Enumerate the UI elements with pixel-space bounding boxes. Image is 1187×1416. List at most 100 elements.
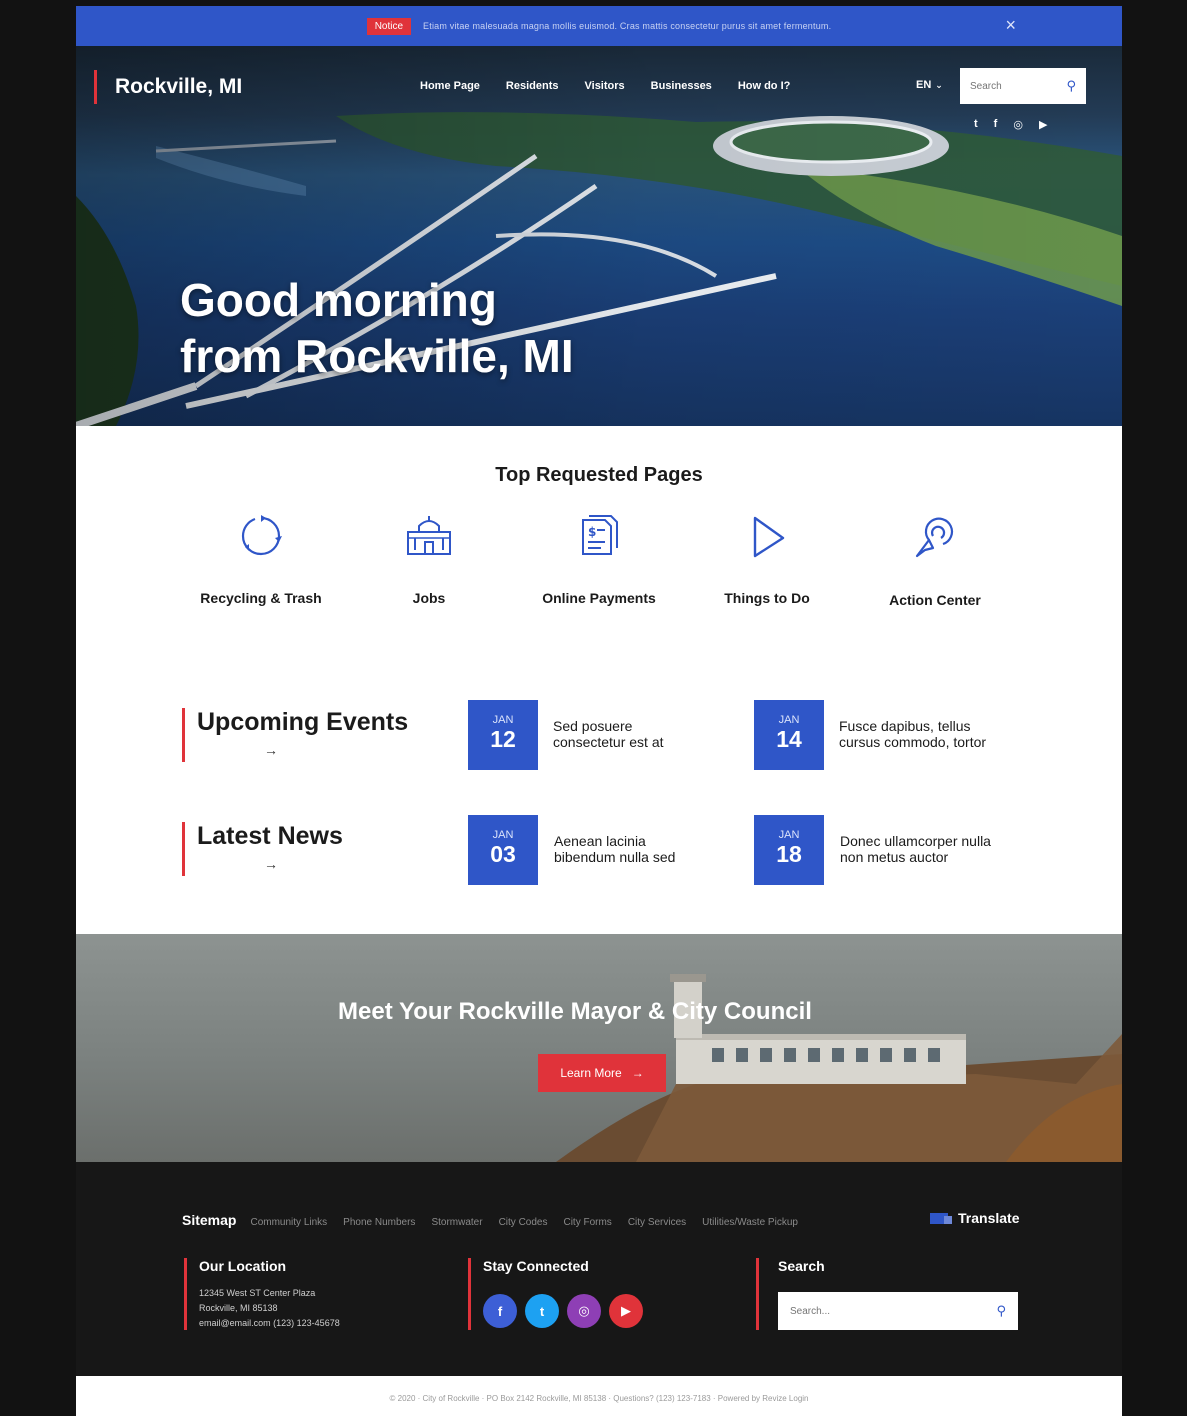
footer-accent-bar xyxy=(756,1258,759,1330)
nav-home-page[interactable]: Home Page xyxy=(420,80,480,92)
nav-residents[interactable]: Residents xyxy=(506,80,559,92)
header-search: ⚲ xyxy=(960,68,1086,104)
sitemap-link[interactable]: Stormwater xyxy=(431,1217,482,1228)
date-day: 03 xyxy=(490,841,516,867)
twitter-icon[interactable]: t xyxy=(974,118,978,131)
main-nav: Home Page Residents Visitors Businesses … xyxy=(420,80,816,92)
section-accent-bar xyxy=(182,708,185,762)
notice-text: Etiam vitae malesuada magna mollis euism… xyxy=(423,21,832,31)
nav-how-do-i[interactable]: How do I? xyxy=(738,80,791,92)
upcoming-events-title[interactable]: Upcoming Events xyxy=(197,708,408,762)
date-month: JAN xyxy=(778,829,800,841)
footer-accent-bar xyxy=(184,1258,187,1330)
nav-businesses[interactable]: Businesses xyxy=(651,80,712,92)
play-icon xyxy=(753,516,785,558)
learn-more-label: Learn More xyxy=(560,1066,622,1080)
youtube-icon[interactable]: ▶ xyxy=(609,1294,643,1328)
date-day: 12 xyxy=(490,726,516,752)
translate-button[interactable]: Translate xyxy=(930,1210,1019,1226)
close-icon[interactable]: × xyxy=(1005,16,1016,34)
facebook-icon[interactable]: f xyxy=(483,1294,517,1328)
mayor-photo xyxy=(556,974,1122,1162)
youtube-icon[interactable]: ▶ xyxy=(1039,118,1047,131)
quick-link-label: Action Center xyxy=(889,592,981,608)
hero-greeting-line-1: Good morning xyxy=(180,274,497,326)
search-icon[interactable]: ⚲ xyxy=(996,1303,1006,1319)
header-search-input[interactable] xyxy=(970,80,1054,92)
brand[interactable]: Rockville, MI xyxy=(94,70,242,104)
sitemap-link[interactable]: Community Links xyxy=(250,1217,327,1228)
location-details: 12345 West ST Center Plaza Rockville, MI… xyxy=(199,1286,340,1331)
location-title: Our Location xyxy=(199,1258,287,1274)
notice-bar: Notice Etiam vitae malesuada magna molli… xyxy=(76,6,1122,46)
footer-search-title: Search xyxy=(778,1258,825,1274)
news-item-line: bibendum nulla sed xyxy=(554,849,676,865)
news-item-line: Donec ullamcorper nulla xyxy=(840,833,991,849)
event-item-title[interactable]: Sed posuere consectetur est at xyxy=(553,718,753,750)
event-item-line: Sed posuere xyxy=(553,718,633,734)
date-day: 18 xyxy=(776,841,802,867)
footer-search-input[interactable] xyxy=(790,1305,980,1317)
sitemap-link[interactable]: Utilities/Waste Pickup xyxy=(702,1217,798,1228)
search-icon[interactable]: ⚲ xyxy=(1066,78,1076,94)
sitemap-link[interactable]: Phone Numbers xyxy=(343,1217,415,1228)
svg-text:$: $ xyxy=(588,525,596,539)
section-accent-bar xyxy=(182,822,185,876)
date-day: 14 xyxy=(776,726,802,752)
facebook-icon[interactable]: f xyxy=(994,118,998,131)
sitemap-title: Sitemap xyxy=(182,1212,237,1228)
quick-link-online-payments[interactable]: $ Online Payments xyxy=(514,514,684,606)
date-month: JAN xyxy=(492,714,514,726)
quick-link-label: Online Payments xyxy=(542,590,656,606)
translate-label: Translate xyxy=(958,1210,1020,1226)
footer-social-links: f t ◎ ▶ xyxy=(483,1294,651,1328)
address-line: 12345 West ST Center Plaza xyxy=(199,1288,316,1298)
event-date-badge: JAN 14 xyxy=(754,700,824,770)
instagram-icon[interactable]: ◎ xyxy=(1013,118,1023,131)
hero-banner: Rockville, MI Home Page Residents Visito… xyxy=(76,46,1122,426)
arrow-right-icon[interactable]: → xyxy=(264,856,278,872)
quick-link-things-to-do[interactable]: Things to Do xyxy=(682,514,852,606)
address-line: Rockville, MI 85138 xyxy=(199,1303,278,1313)
sitemap: Sitemap Community Links Phone Numbers St… xyxy=(182,1212,814,1228)
quick-link-recycling[interactable]: Recycling & Trash xyxy=(176,514,346,606)
language-selector[interactable]: EN ⌄ xyxy=(916,79,943,91)
footer-search-box: ⚲ xyxy=(778,1292,1018,1330)
upcoming-events-heading[interactable]: Upcoming Events → xyxy=(182,708,408,762)
site-name[interactable]: Rockville, MI xyxy=(115,75,242,99)
header-social-links: t f ◎ ▶ xyxy=(974,118,1063,131)
news-item-title[interactable]: Donec ullamcorper nulla non metus auctor xyxy=(840,833,1040,865)
event-date-badge: JAN 12 xyxy=(468,700,538,770)
footer-accent-bar xyxy=(468,1258,471,1330)
arrow-right-icon[interactable]: → xyxy=(264,742,278,758)
action-pointer-icon xyxy=(915,517,954,558)
stay-connected-title: Stay Connected xyxy=(483,1258,589,1274)
event-item-title[interactable]: Fusce dapibus, tellus cursus commodo, to… xyxy=(839,718,1039,750)
quick-link-label: Jobs xyxy=(412,590,446,606)
news-item-title[interactable]: Aenean lacinia bibendum nulla sed xyxy=(554,833,754,865)
nav-visitors[interactable]: Visitors xyxy=(585,80,625,92)
sitemap-link[interactable]: City Services xyxy=(628,1217,686,1228)
sitemap-link[interactable]: City Codes xyxy=(499,1217,548,1228)
building-icon xyxy=(407,516,451,555)
chevron-down-icon: ⌄ xyxy=(935,80,943,90)
page-frame: Notice Etiam vitae malesuada magna molli… xyxy=(76,6,1122,1416)
news-date-badge: JAN 18 xyxy=(754,815,824,885)
twitter-icon[interactable]: t xyxy=(525,1294,559,1328)
date-month: JAN xyxy=(778,714,800,726)
event-item-line: cursus commodo, tortor xyxy=(839,734,987,750)
mayor-banner: Meet Your Rockville Mayor & City Council… xyxy=(76,934,1122,1162)
footer: Sitemap Community Links Phone Numbers St… xyxy=(76,1162,1122,1376)
latest-news-heading[interactable]: Latest News → xyxy=(182,822,343,876)
quick-link-label: Recycling & Trash xyxy=(200,590,322,606)
contact-line[interactable]: email@email.com (123) 123-45678 xyxy=(199,1316,340,1331)
learn-more-button[interactable]: Learn More → xyxy=(538,1054,666,1092)
quick-link-jobs[interactable]: Jobs xyxy=(344,514,514,606)
top-requested-title: Top Requested Pages xyxy=(495,464,703,486)
sitemap-link[interactable]: City Forms xyxy=(563,1217,611,1228)
quick-link-label: Things to Do xyxy=(724,590,810,606)
hero-greeting-line-2: from Rockville, MI xyxy=(180,330,574,382)
quick-link-action-center[interactable]: Action Center xyxy=(850,514,1020,608)
arrow-right-icon: → xyxy=(631,1066,644,1080)
instagram-icon[interactable]: ◎ xyxy=(567,1294,601,1328)
